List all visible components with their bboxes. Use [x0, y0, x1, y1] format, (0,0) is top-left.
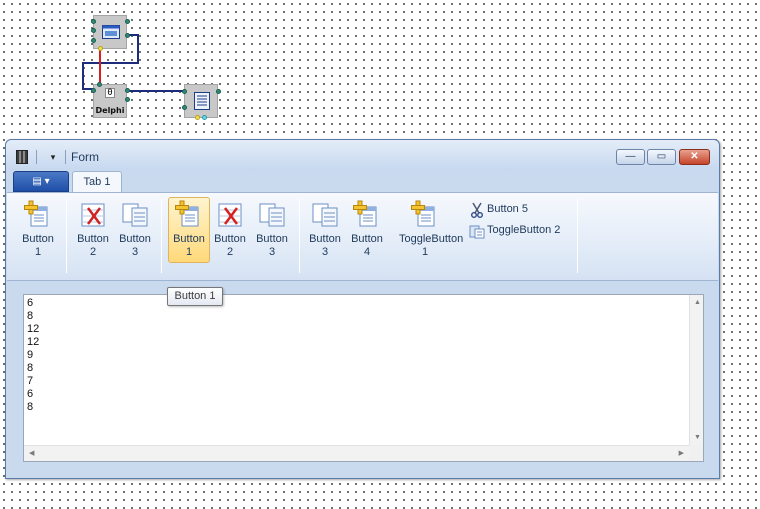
- ribbon-button-label: 3: [268, 246, 276, 258]
- delete-doc-icon: [218, 203, 242, 227]
- application-menu-button[interactable]: ▤ ▾: [13, 171, 69, 192]
- ribbon-button-4[interactable]: Button 4: [346, 197, 388, 263]
- scroll-down-icon[interactable]: ▼: [694, 434, 701, 441]
- group-separator: [161, 199, 162, 273]
- close-button[interactable]: ✕: [679, 149, 710, 165]
- pin[interactable]: [182, 105, 187, 110]
- wire-left-vertical: [82, 62, 84, 90]
- horizontal-scrollbar[interactable]: ◀ ▶: [24, 445, 689, 461]
- button-label: ToggleButton 2: [487, 224, 561, 236]
- ribbon-button-label: 1: [421, 246, 429, 258]
- ribbon: Button 1 Button 2 Button 3 Button 1 Butt…: [7, 192, 718, 281]
- scissors-icon: [471, 202, 483, 218]
- memo-component[interactable]: [182, 84, 221, 120]
- memo-field[interactable]: 6 8 12 12 9 8 7 6 8 ▲ ▼ ◀ ▶: [23, 294, 704, 462]
- pin[interactable]: [98, 46, 103, 51]
- component-label: Delphi: [95, 106, 125, 115]
- pin[interactable]: [91, 28, 96, 33]
- ribbon-button-label: 1: [34, 246, 42, 258]
- add-doc-icon: [24, 200, 48, 227]
- pin[interactable]: [125, 97, 130, 102]
- copy-doc-icon: [122, 203, 148, 227]
- pin[interactable]: [182, 89, 187, 94]
- ribbon-button-label: Button: [256, 233, 288, 245]
- ribbon-button-1[interactable]: Button 1: [17, 197, 59, 263]
- scrollbar-corner: [689, 445, 703, 461]
- window-title: Form: [71, 150, 99, 164]
- copy-doc-icon: [259, 203, 285, 227]
- form-component[interactable]: [91, 15, 130, 51]
- wire-vertical-right: [137, 34, 139, 64]
- pin[interactable]: [91, 88, 96, 93]
- delete-doc-icon: [81, 203, 105, 227]
- ribbon-button-3[interactable]: Button 3: [304, 197, 346, 263]
- app-icon: [16, 150, 28, 164]
- divider: [36, 150, 37, 164]
- customize-toolbar-icon[interactable]: ▾: [48, 152, 58, 162]
- form-window[interactable]: ▾ Form — ▭ ✕ ▤ ▾ Tab 1 Button 1 Button 2…: [5, 139, 720, 479]
- pin[interactable]: [202, 115, 207, 120]
- scroll-up-icon[interactable]: ▲: [694, 299, 701, 306]
- vertical-scrollbar[interactable]: ▲ ▼: [689, 295, 703, 445]
- wire-delphi-memo: [128, 90, 186, 92]
- ribbon-button-label: ToggleButton: [399, 233, 464, 245]
- ribbon-button-label: Button: [119, 233, 151, 245]
- tab-1[interactable]: Tab 1: [72, 171, 122, 193]
- pin[interactable]: [195, 115, 200, 120]
- pin[interactable]: [91, 19, 96, 24]
- window-icon: [102, 25, 120, 39]
- pin[interactable]: [125, 33, 130, 38]
- maximize-button[interactable]: ▭: [647, 149, 676, 165]
- ribbon-button-3[interactable]: Button 3: [251, 197, 293, 263]
- scroll-right-icon[interactable]: ▶: [679, 449, 684, 457]
- component-number: 0: [105, 88, 115, 98]
- tooltip: Button 1: [167, 287, 223, 306]
- pin[interactable]: [97, 82, 102, 87]
- ribbon-button-label: Button: [22, 233, 54, 245]
- ribbon-button-2[interactable]: Button 2: [209, 197, 251, 263]
- copy-doc-icon: [312, 203, 338, 227]
- ribbon-button-label: 4: [363, 246, 371, 258]
- minimize-button[interactable]: —: [616, 149, 645, 165]
- pin[interactable]: [125, 88, 130, 93]
- paste-icon: [469, 225, 485, 239]
- ribbon-button-label: Button: [351, 233, 383, 245]
- button-label: Button 5: [487, 203, 528, 215]
- divider: [65, 150, 66, 164]
- memo-content[interactable]: 6 8 12 12 9 8 7 6 8: [27, 297, 39, 414]
- pin[interactable]: [91, 38, 96, 43]
- add-doc-icon: [411, 200, 435, 227]
- add-doc-icon: [175, 200, 199, 227]
- pin[interactable]: [125, 19, 130, 24]
- memo-icon: [194, 92, 210, 110]
- delphi-component[interactable]: 0 Delphi: [91, 82, 130, 118]
- wire-red: [99, 47, 101, 85]
- add-doc-icon: [353, 200, 377, 227]
- group-separator: [577, 199, 578, 273]
- ribbon-button-3[interactable]: Button 3: [114, 197, 156, 263]
- ribbon-button-2[interactable]: Button 2: [72, 197, 114, 263]
- pin[interactable]: [216, 89, 221, 94]
- ribbon-button-label: 3: [131, 246, 139, 258]
- title-bar[interactable]: ▾ Form — ▭ ✕: [6, 140, 719, 170]
- wire-top-horizontal: [82, 62, 139, 64]
- toggle-button-1[interactable]: ToggleButton 1: [399, 197, 463, 263]
- scroll-left-icon[interactable]: ◀: [29, 449, 34, 457]
